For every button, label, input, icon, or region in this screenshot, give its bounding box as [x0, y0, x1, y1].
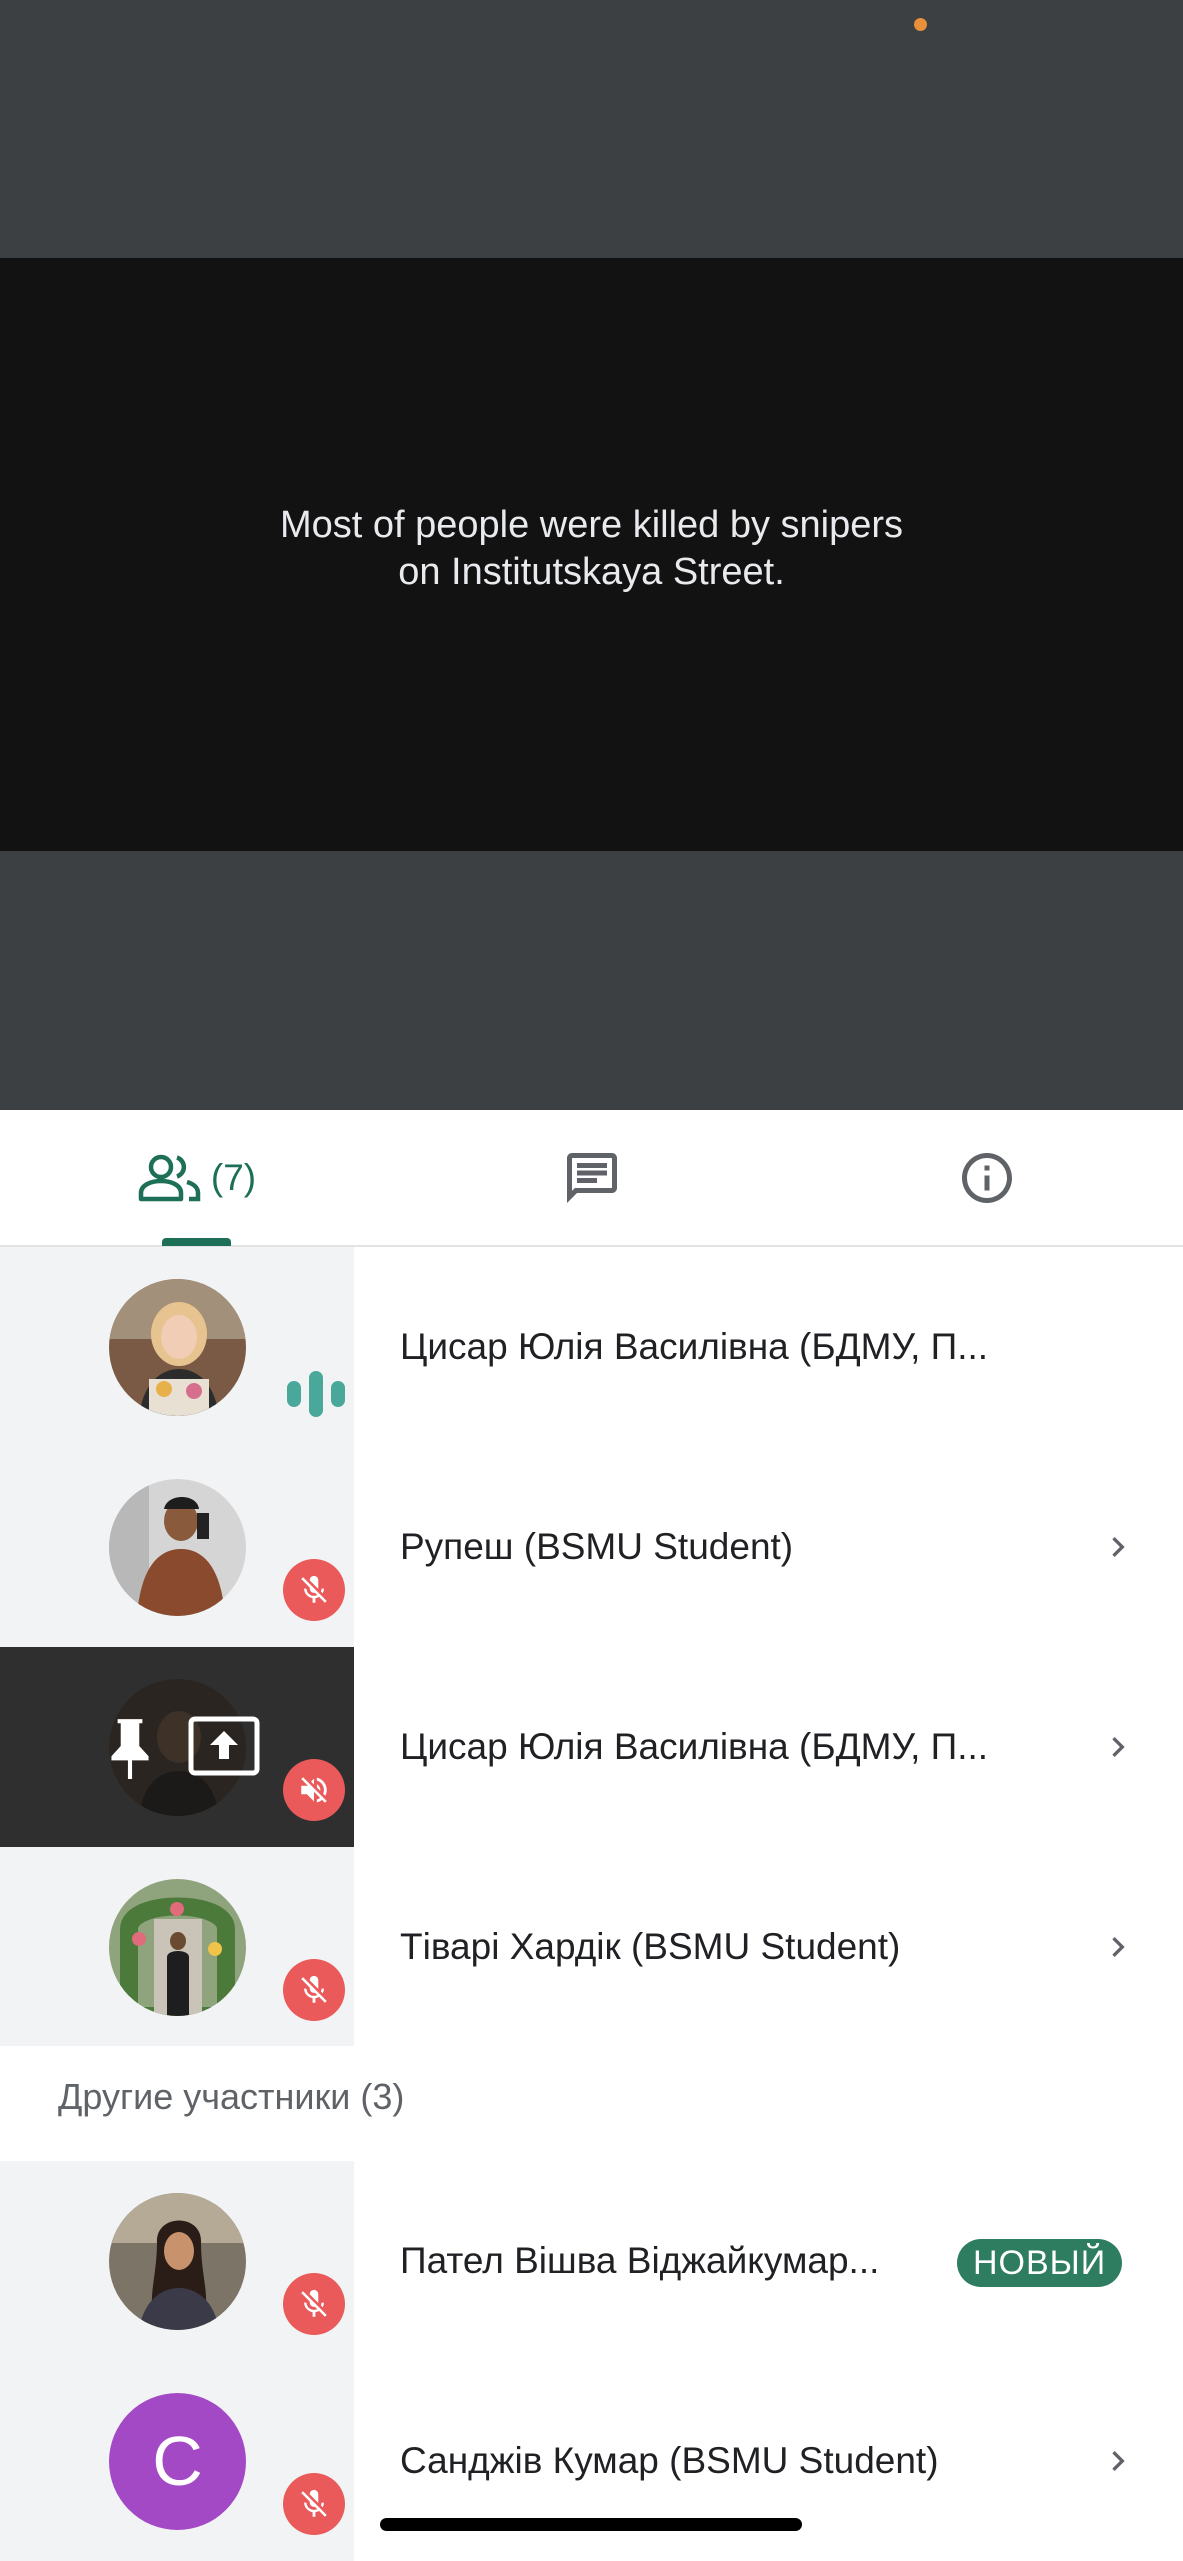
volume-off-icon — [283, 1759, 345, 1821]
participant-row[interactable]: Пател Вішва Віджайкумар... НОВЫЙ — [0, 2161, 1183, 2361]
avatar — [109, 1479, 246, 1616]
caption-line-2: on Institutskaya Street. — [398, 551, 785, 593]
chevron-right-icon[interactable] — [1098, 1527, 1138, 1567]
mic-off-icon — [283, 2473, 345, 2535]
participant-tile: C — [0, 2361, 354, 2561]
pin-icon[interactable] — [105, 1715, 155, 1781]
section-title: Другие участники (3) — [58, 2076, 405, 2117]
participant-name: Цисар Юлія Василівна (БДМУ, П... — [400, 1726, 989, 1767]
avatar — [109, 2193, 246, 2330]
video-area[interactable]: Most of people were killed by snipers on… — [0, 0, 1183, 1110]
chevron-right-icon[interactable] — [1098, 1927, 1138, 1967]
recording-dot — [914, 18, 927, 31]
participant-row[interactable]: C Санджів Кумар (BSMU Student) — [0, 2361, 1183, 2561]
avatar — [109, 1279, 246, 1416]
tab-info[interactable] — [790, 1110, 1183, 1245]
participant-name: Пател Вішва Віджайкумар... — [400, 2240, 880, 2281]
chevron-right-icon[interactable] — [1098, 2441, 1138, 2481]
participant-row[interactable]: Тіварі Хардік (BSMU Student) — [0, 1847, 1183, 2047]
participant-tile — [0, 1847, 354, 2047]
participant-count: (7) — [210, 1156, 257, 1198]
new-badge: НОВЫЙ — [957, 2239, 1123, 2287]
tab-active-indicator — [162, 1238, 231, 1246]
mic-off-icon — [283, 1959, 345, 2021]
chat-icon — [566, 1152, 617, 1203]
other-participants-header: Другие участники (3) — [0, 2046, 1183, 2161]
mic-off-icon — [283, 1559, 345, 1621]
tab-people[interactable]: (7) — [0, 1110, 393, 1245]
presentation-caption: Most of people were killed by snipers on… — [0, 502, 1183, 596]
tab-chat[interactable] — [393, 1110, 790, 1245]
participant-tile — [0, 1447, 354, 1647]
participant-name: Тіварі Хардік (BSMU Student) — [400, 1926, 901, 1967]
participant-tile — [0, 1647, 354, 1847]
participant-row[interactable]: Рупеш (BSMU Student) — [0, 1447, 1183, 1647]
participant-row[interactable]: Цисар Юлія Василівна (БДМУ, П... — [0, 1247, 1183, 1447]
present-screen-icon[interactable] — [187, 1713, 261, 1779]
chevron-right-icon[interactable] — [1098, 1727, 1138, 1767]
speaking-indicator-icon — [287, 1371, 345, 1417]
mic-off-icon — [283, 2273, 345, 2335]
avatar — [109, 1879, 246, 2016]
people-icon — [138, 1154, 201, 1201]
participant-tile — [0, 1247, 354, 1447]
participant-name: Рупеш (BSMU Student) — [400, 1526, 794, 1567]
tab-bar: (7) — [0, 1110, 1183, 1247]
avatar: C — [109, 2393, 246, 2530]
participant-name: Цисар Юлія Василівна (БДМУ, П... — [400, 1326, 989, 1367]
participant-row[interactable]: Цисар Юлія Василівна (БДМУ, П... — [0, 1647, 1183, 1847]
participant-name: Санджів Кумар (BSMU Student) — [400, 2440, 939, 2481]
tile-controls — [105, 1713, 265, 1783]
participant-tile — [0, 2161, 354, 2361]
info-icon — [961, 1152, 1012, 1203]
home-indicator[interactable] — [380, 2518, 802, 2531]
caption-line-1: Most of people were killed by snipers — [279, 504, 904, 546]
